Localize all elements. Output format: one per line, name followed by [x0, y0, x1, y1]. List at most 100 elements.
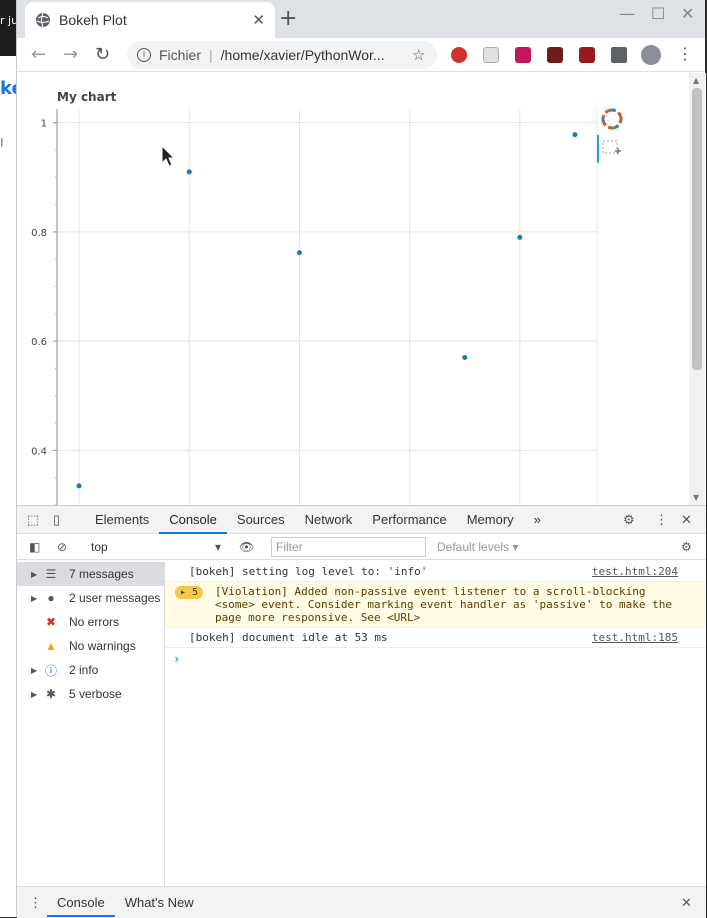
sidebar-item-label: 5 verbose [69, 687, 122, 701]
document-icon[interactable] [483, 47, 499, 63]
console-filter-input[interactable]: Filter [271, 537, 426, 557]
expand-arrow-icon[interactable]: ▶ [31, 594, 43, 603]
tab-memory[interactable]: Memory [457, 506, 524, 534]
warning-icon: ▲ [45, 639, 57, 653]
page-scrollbar[interactable]: ▲ ▼ [689, 73, 705, 505]
close-drawer-icon[interactable]: ✕ [681, 895, 692, 911]
expand-arrow-icon[interactable]: ▶ [31, 570, 43, 579]
scrollbar-thumb[interactable] [692, 88, 702, 370]
message-source-link[interactable]: test.html:185 [592, 631, 678, 644]
adblock-icon[interactable] [451, 47, 467, 63]
tab-elements[interactable]: Elements [85, 506, 159, 534]
sidebar-item-user-messages[interactable]: ▶ ● 2 user messages [17, 586, 164, 610]
sidebar-item-label: 7 messages [69, 567, 134, 581]
context-selector[interactable]: top ▾ [91, 540, 221, 554]
console-warning: ▸ 5 [Violation] Added non-passive event … [165, 582, 706, 628]
box-zoom-icon[interactable] [602, 140, 621, 154]
background-page-header: r ju [0, 0, 16, 56]
sidebar-item-label: No warnings [69, 639, 136, 653]
bokeh-logo-icon[interactable] [601, 108, 623, 130]
reload-icon[interactable]: ↻ [95, 44, 110, 65]
inspect-icon[interactable]: ⬚ [27, 512, 45, 528]
data-point[interactable] [572, 132, 578, 138]
info-icon: ⓘ [44, 663, 57, 678]
more-tabs-button[interactable]: » [524, 506, 551, 534]
settings-gear-icon[interactable]: ⚙ [623, 512, 635, 528]
console-output: [bokeh] setting log level to: 'info' tes… [165, 562, 706, 886]
scroll-up-icon[interactable]: ▲ [693, 76, 699, 85]
data-point[interactable] [517, 234, 523, 240]
message-text: [bokeh] document idle at 53 ms [189, 631, 388, 644]
bug-icon: ✱ [45, 687, 57, 701]
console-sidebar: ▶ ☰ 7 messages ▶ ● 2 user messages ✖ No … [17, 562, 165, 886]
sidebar-item-errors[interactable]: ✖ No errors [17, 610, 164, 634]
close-window-icon[interactable]: ✕ [681, 4, 694, 23]
tab-bokeh-plot[interactable]: Bokeh Plot ✕ [25, 2, 275, 38]
new-tab-button[interactable]: + [279, 6, 297, 31]
puzzle-icon[interactable] [611, 47, 627, 63]
forward-icon[interactable]: → [63, 44, 78, 65]
extension-icon[interactable] [547, 47, 563, 63]
devtools-menu-icon[interactable]: ⋮ [655, 512, 668, 528]
sidebar-toggle-icon[interactable]: ◧ [29, 540, 40, 554]
clear-console-icon[interactable]: ⊘ [57, 540, 67, 554]
sidebar-item-label: 2 user messages [69, 591, 161, 605]
list-icon: ☰ [45, 567, 57, 581]
bokeh-chart[interactable]: My chart 1 0.8 0.6 0.4 [17, 73, 689, 505]
data-point[interactable] [186, 169, 192, 175]
browser-window: Bokeh Plot ✕ + — ☐ ✕ ← → ↻ i Fichier | /… [16, 0, 706, 918]
drawer-tab-whats-new[interactable]: What's New [115, 889, 204, 917]
devtools-panel: ⬚ ▯ Elements Console Sources Network Per… [17, 505, 706, 918]
console-settings-icon[interactable]: ⚙ [681, 540, 692, 554]
log-levels-dropdown[interactable]: Default levels ▾ [437, 540, 518, 554]
message-text: [Violation] Added non-passive event list… [215, 585, 672, 624]
sidebar-item-verbose[interactable]: ▶ ✱ 5 verbose [17, 682, 164, 706]
data-point[interactable] [296, 250, 302, 256]
devtools-drawer: ⋮ Console What's New ✕ [17, 886, 706, 918]
expand-arrow-icon[interactable]: ▶ [31, 666, 43, 675]
close-devtools-icon[interactable]: ✕ [681, 512, 692, 528]
sidebar-item-info[interactable]: ▶ ⓘ 2 info [17, 658, 164, 682]
back-icon[interactable]: ← [31, 44, 46, 65]
sidebar-item-messages[interactable]: ▶ ☰ 7 messages [17, 562, 164, 586]
sidebar-item-label: 2 info [69, 663, 99, 677]
console-filter-bar: ◧ ⊘ top ▾ 👁 Filter Default levels ▾ ⚙ [17, 534, 706, 560]
avatar[interactable] [641, 45, 661, 65]
eye-icon[interactable]: 👁 [239, 540, 254, 554]
console-message: [bokeh] document idle at 53 ms test.html… [165, 628, 706, 648]
page-viewport: My chart 1 0.8 0.6 0.4 ▲ ▼ [17, 73, 706, 505]
console-prompt[interactable]: › [165, 648, 706, 670]
bookmark-star-icon[interactable]: ☆ [412, 46, 425, 64]
address-separator: | [209, 47, 213, 63]
mouse-cursor-icon [161, 144, 176, 167]
drawer-menu-icon[interactable]: ⋮ [29, 895, 47, 911]
tab-strip: Bokeh Plot ✕ + — ☐ ✕ [17, 0, 705, 38]
y-tick-label: 0.6 [31, 337, 47, 348]
tab-sources[interactable]: Sources [227, 506, 295, 534]
tab-performance[interactable]: Performance [362, 506, 456, 534]
expand-arrow-icon[interactable]: ▶ [31, 690, 43, 699]
repeat-count-badge[interactable]: ▸ 5 [175, 586, 204, 599]
data-point[interactable] [462, 355, 468, 361]
drawer-tab-console[interactable]: Console [47, 889, 115, 917]
ublock-icon[interactable] [579, 47, 595, 63]
sidebar-item-warnings[interactable]: ▲ No warnings [17, 634, 164, 658]
tab-close-icon[interactable]: ✕ [252, 11, 265, 29]
user-icon: ● [47, 591, 55, 605]
y-tick-label: 1 [41, 119, 47, 130]
address-bar[interactable]: i Fichier | /home/xavier/PythonWor... [127, 41, 437, 69]
tab-console[interactable]: Console [159, 506, 227, 534]
tab-network[interactable]: Network [295, 506, 363, 534]
browser-toolbar: ← → ↻ i Fichier | /home/xavier/PythonWor… [17, 38, 705, 72]
device-toolbar-icon[interactable]: ▯ [53, 512, 71, 528]
y-tick-label: 0.8 [31, 228, 47, 239]
message-source-link[interactable]: test.html:204 [592, 565, 678, 578]
maximize-icon[interactable]: ☐ [651, 4, 665, 23]
media-extension-icon[interactable] [515, 47, 531, 63]
scroll-down-icon[interactable]: ▼ [693, 493, 699, 502]
info-icon[interactable]: i [137, 48, 151, 62]
tab-title: Bokeh Plot [59, 12, 127, 28]
browser-menu-icon[interactable]: ⋮ [677, 44, 693, 63]
data-point[interactable] [76, 483, 82, 489]
minimize-icon[interactable]: — [619, 4, 635, 23]
